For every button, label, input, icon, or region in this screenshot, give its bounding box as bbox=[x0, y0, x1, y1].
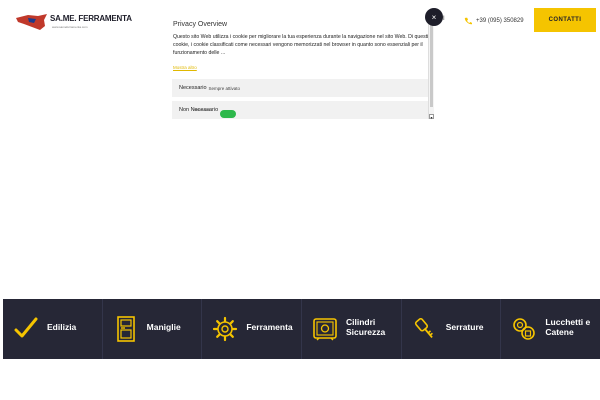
category-cilindri-sicurezza[interactable]: Cilindri Sicurezza bbox=[302, 299, 402, 359]
toggle-label: Necessario bbox=[194, 108, 212, 112]
logo-text: SA.ME. FERRAMENTA bbox=[50, 14, 132, 23]
nav-item-fragment[interactable]: I bbox=[443, 16, 445, 22]
phone-contact[interactable]: +39 (095) 350829 bbox=[464, 16, 524, 26]
category-label: Edilizia bbox=[47, 322, 77, 332]
category-maniglie[interactable]: Maniglie bbox=[103, 299, 203, 359]
category-label: Ferramenta bbox=[246, 322, 293, 332]
privacy-title: Privacy Overview bbox=[173, 21, 228, 28]
check-icon bbox=[14, 317, 38, 338]
phone-icon bbox=[464, 17, 472, 25]
category-serrature[interactable]: Serrature bbox=[402, 299, 502, 359]
door-icon bbox=[116, 316, 135, 342]
key-icon bbox=[414, 318, 433, 339]
cookie-category-label: Necessario bbox=[179, 85, 207, 91]
logo-subtitle: www.sameferramenta.com bbox=[52, 25, 88, 29]
privacy-scrollbar[interactable]: ▾ bbox=[428, 13, 434, 119]
phone-number: +39 (095) 350829 bbox=[476, 18, 524, 24]
sicily-map-icon bbox=[16, 14, 47, 30]
gear-icon bbox=[213, 316, 238, 342]
non-necessary-toggle[interactable] bbox=[220, 110, 236, 118]
always-enabled-badge: Sempre attivato bbox=[208, 85, 241, 91]
category-ferramenta[interactable]: Ferramenta bbox=[202, 299, 303, 359]
cookie-category-necessary[interactable]: Necessario Sempre attivato bbox=[172, 79, 428, 97]
scrollbar-thumb[interactable] bbox=[430, 19, 433, 107]
category-label: Maniglie bbox=[146, 322, 181, 332]
category-edilizia[interactable]: Edilizia bbox=[3, 299, 103, 359]
scroll-down-arrow-icon[interactable]: ▾ bbox=[429, 114, 434, 119]
privacy-description: Questo sito Web utilizza i cookie per mi… bbox=[173, 34, 429, 56]
category-bar: Edilizia Maniglie Ferramenta Cilindri Si… bbox=[3, 299, 600, 359]
category-label: Lucchetti e Catene bbox=[545, 317, 591, 337]
safe-icon bbox=[313, 318, 337, 341]
close-icon[interactable]: × bbox=[425, 8, 443, 26]
site-logo[interactable]: SA.ME. FERRAMENTA www.sameferramenta.com bbox=[14, 12, 132, 32]
padlock-icon bbox=[513, 318, 536, 340]
show-more-link[interactable]: Mostra altro bbox=[173, 65, 197, 70]
privacy-overview-panel: Privacy Overview Questo sito Web utilizz… bbox=[166, 13, 434, 119]
category-label: Cilindri Sicurezza bbox=[346, 317, 386, 337]
category-label: Serrature bbox=[445, 322, 484, 332]
category-lucchetti-catene[interactable]: Lucchetti e Catene bbox=[501, 299, 600, 359]
contatti-button[interactable]: CONTATTI bbox=[534, 8, 596, 32]
